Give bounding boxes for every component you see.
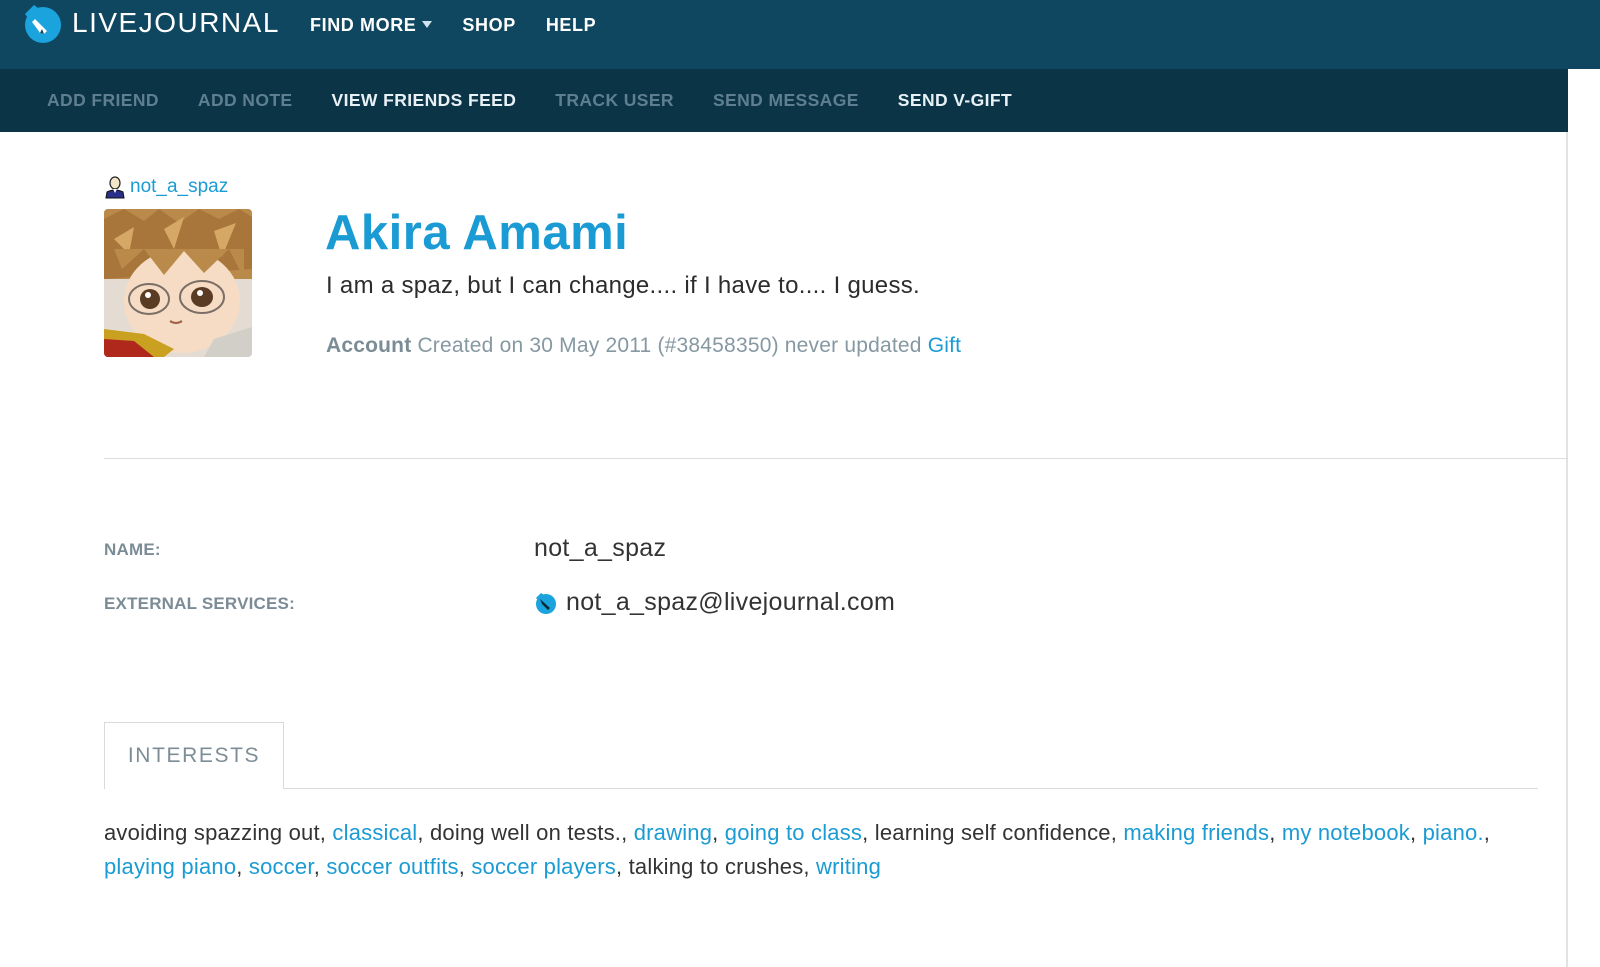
userpic-avatar: [104, 209, 252, 357]
username-label: not_a_spaz: [130, 176, 229, 197]
section-divider: [104, 458, 1568, 459]
interest-link[interactable]: writing: [816, 854, 881, 879]
livejournal-logo[interactable]: LIVEJOURNAL: [22, 2, 280, 44]
external-service-entry: not_a_spaz@livejournal.com: [534, 588, 895, 617]
interest-text: learning self confidence: [874, 820, 1111, 845]
livejournal-service-icon: [536, 592, 556, 614]
interest-text: avoiding spazzing out: [104, 820, 320, 845]
nav-shop-label: SHOP: [462, 14, 516, 35]
interest-link[interactable]: making friends: [1123, 820, 1269, 845]
tab-underline: [283, 788, 1538, 789]
account-label: Account: [326, 334, 412, 357]
top-header: LIVEJOURNAL FIND MORE SHOP HELP: [0, 0, 1600, 69]
profile-tagline: I am a spaz, but I can change.... if I h…: [326, 272, 921, 299]
interest-text: doing well on tests.: [429, 820, 622, 845]
user-actions-nav: ADD FRIEND ADD NOTE VIEW FRIENDS FEED TR…: [47, 69, 1051, 132]
interest-link[interactable]: going to class: [725, 820, 862, 845]
add-friend-link[interactable]: ADD FRIEND: [47, 90, 159, 111]
interest-link[interactable]: soccer outfits: [326, 854, 458, 879]
interest-link[interactable]: drawing: [634, 820, 712, 845]
interest-link[interactable]: soccer players: [471, 854, 616, 879]
interest-link[interactable]: piano.: [1423, 820, 1484, 845]
interest-link[interactable]: classical: [332, 820, 417, 845]
livejournal-logo-icon: [25, 5, 61, 43]
logo-text: LIVEJOURNAL: [72, 7, 280, 38]
interests-list: avoiding spazzing out, classical, doing …: [104, 820, 1491, 879]
gift-link[interactable]: Gift: [928, 334, 961, 357]
tab-interests[interactable]: INTERESTS: [104, 722, 284, 789]
nav-find-more-label: FIND MORE: [310, 14, 417, 35]
avatar-image: [104, 209, 252, 357]
interest-link[interactable]: my notebook: [1282, 820, 1410, 845]
username-link[interactable]: not_a_spaz: [104, 175, 228, 199]
nav-find-more[interactable]: FIND MORE: [310, 14, 433, 36]
nav-help[interactable]: HELP: [546, 15, 596, 36]
interest-link[interactable]: playing piano: [104, 854, 236, 879]
top-nav: FIND MORE SHOP HELP: [310, 0, 626, 50]
user-actions-bar: ADD FRIEND ADD NOTE VIEW FRIENDS FEED TR…: [0, 69, 1568, 132]
nav-help-label: HELP: [545, 14, 597, 35]
account-details: Created on 30 May 2011 (#38458350) never…: [411, 334, 928, 357]
external-services-label: EXTERNAL SERVICES:: [104, 594, 295, 613]
nav-shop[interactable]: SHOP: [462, 15, 515, 36]
page-edge-divider: [1566, 132, 1568, 967]
track-user-link[interactable]: TRACK USER: [555, 90, 674, 111]
view-friends-feed-link[interactable]: VIEW FRIENDS FEED: [332, 90, 517, 111]
profile-full-name: Akira Amami: [325, 206, 629, 260]
user-icon: [105, 176, 125, 199]
name-label: NAME:: [104, 540, 161, 559]
chevron-down-icon: [422, 20, 433, 28]
add-note-link[interactable]: ADD NOTE: [198, 90, 293, 111]
interest-link[interactable]: soccer: [249, 854, 314, 879]
account-info: Account Created on 30 May 2011 (#3845835…: [326, 334, 961, 358]
external-service-address: not_a_spaz@livejournal.com: [566, 588, 896, 616]
send-message-link[interactable]: SEND MESSAGE: [713, 90, 859, 111]
send-v-gift-link[interactable]: SEND V-GIFT: [898, 90, 1012, 111]
name-value: not_a_spaz: [534, 534, 667, 562]
interest-text: talking to crushes: [628, 854, 804, 879]
